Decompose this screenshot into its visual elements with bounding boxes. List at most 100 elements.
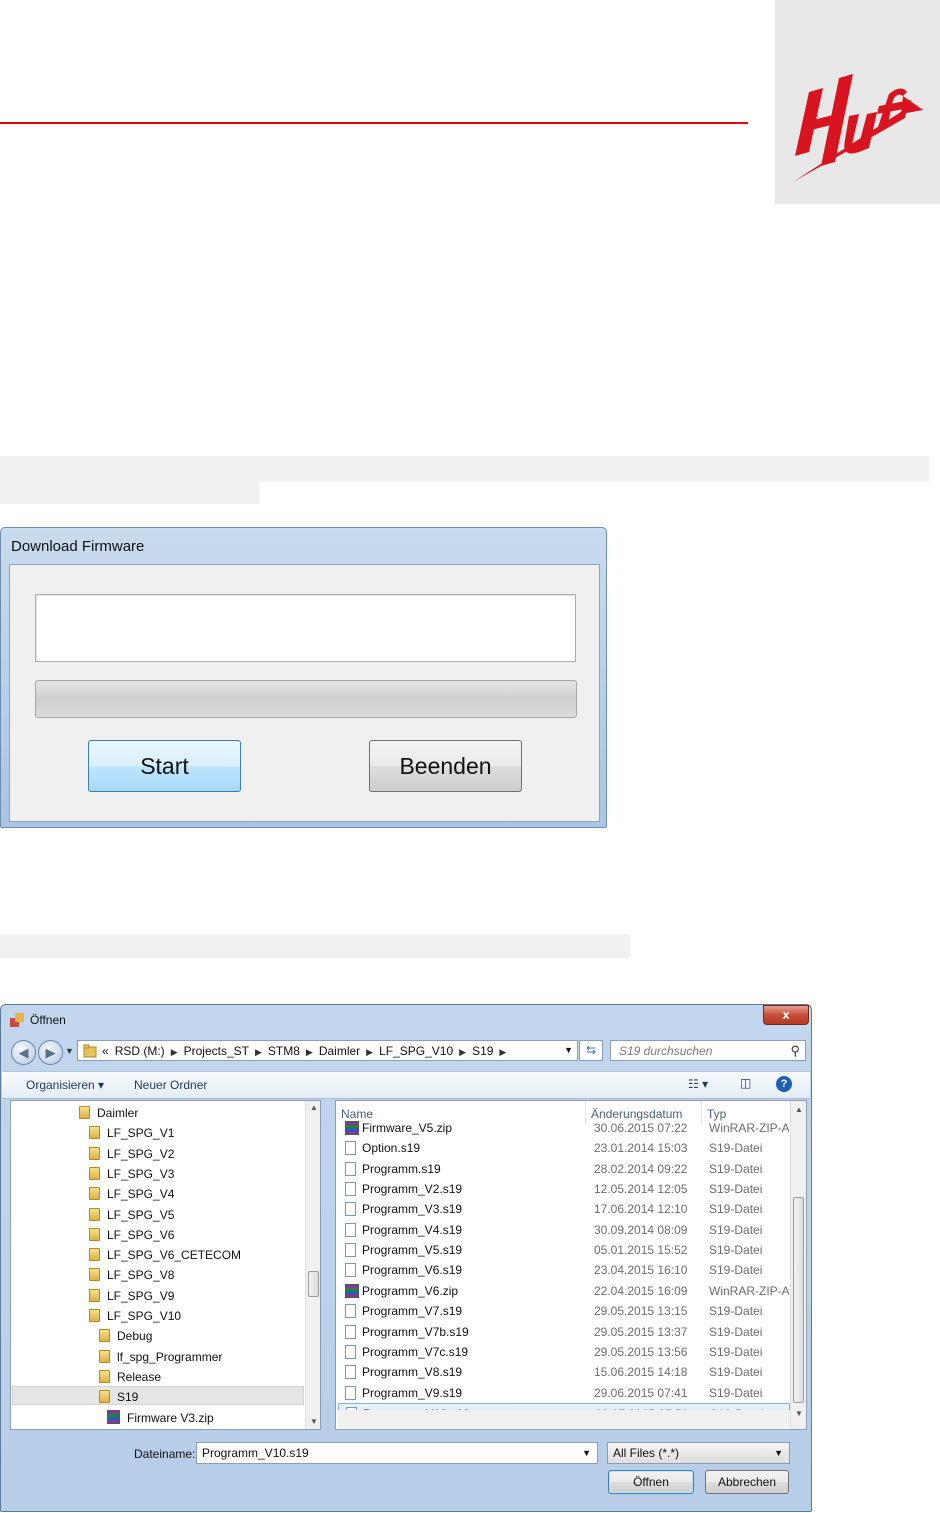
- file-date: 17.06.2014 12:10: [594, 1202, 688, 1217]
- tree-scrollbar[interactable]: ▲ ▼: [305, 1101, 320, 1429]
- highlight-band: [0, 456, 929, 482]
- file-type: S19-Datei: [709, 1161, 763, 1176]
- breadcrumb-item[interactable]: STM8: [268, 1044, 300, 1058]
- tree-item[interactable]: Release: [99, 1368, 161, 1387]
- tree-item[interactable]: Debug: [99, 1327, 152, 1346]
- organize-menu[interactable]: Organisieren ▾: [26, 1078, 104, 1092]
- list-item[interactable]: Programm_V8.s19 15.06.2015 14:18 S19-Datei: [338, 1362, 790, 1382]
- breadcrumb-item[interactable]: «: [102, 1044, 109, 1058]
- list-item[interactable]: Programm_V9.s19 29.06.2015 07:41 S19-Datei: [338, 1383, 790, 1403]
- file-name: Programm_V9.s19: [362, 1385, 463, 1400]
- list-item[interactable]: Programm_V7b.s19 29.05.2015 13:37 S19-Date…: [338, 1322, 790, 1342]
- scroll-up-icon[interactable]: ▲: [792, 1105, 806, 1114]
- list-item[interactable]: Programm_V2.s19 12.05.2014 12:05 S19-Datei: [338, 1179, 790, 1199]
- file-date: 23.01.2014 15:03: [594, 1141, 688, 1156]
- breadcrumb-separator-icon[interactable]: ▶: [459, 1047, 466, 1057]
- filename-dropdown-icon[interactable]: ▼: [582, 1443, 591, 1463]
- exit-button[interactable]: Beenden: [369, 740, 522, 792]
- list-scroll-thumb[interactable]: [793, 1197, 804, 1403]
- file-type: S19-Datei: [709, 1344, 763, 1359]
- breadcrumb-separator-icon[interactable]: ▶: [171, 1047, 178, 1057]
- window-client-area: Start Beenden: [9, 564, 600, 822]
- breadcrumb-separator-icon[interactable]: ▶: [366, 1047, 373, 1057]
- file-type: S19-Datei: [709, 1263, 763, 1278]
- address-bar[interactable]: « RSD (M:) ▶ Projects_ST ▶ STM8 ▶ Daimler ▶ LF_SP…: [77, 1040, 578, 1061]
- help-icon[interactable]: ?: [776, 1076, 792, 1092]
- file-type-select[interactable]: All Files (*.*) ▼: [607, 1442, 790, 1464]
- list-item[interactable]: Programm_V3.s19 17.06.2014 12:10 S19-Datei: [338, 1199, 790, 1219]
- tree-item[interactable]: LF_SPG_V6: [89, 1226, 174, 1245]
- breadcrumb-item[interactable]: RSD (M:): [115, 1044, 165, 1058]
- folder-icon: [79, 1106, 90, 1119]
- zip-icon: [345, 1121, 359, 1135]
- tree-item[interactable]: LF_SPG_V9: [89, 1287, 174, 1306]
- list-item[interactable]: Programm_V6.s19 23.04.2015 16:10 S19-Datei: [338, 1260, 790, 1280]
- tree-item[interactable]: Firmware V3.zip: [107, 1409, 214, 1428]
- file-type: S19-Datei: [709, 1141, 763, 1156]
- breadcrumb-separator-icon[interactable]: ▶: [255, 1047, 262, 1057]
- filename-input[interactable]: Programm_V10.s19 ▼: [196, 1442, 598, 1464]
- address-dropdown-icon[interactable]: ▼: [564, 1045, 573, 1055]
- scroll-down-icon[interactable]: ▼: [792, 1409, 806, 1418]
- list-scrollbar[interactable]: ▲ ▼: [790, 1101, 806, 1429]
- tree-scroll-thumb[interactable]: [308, 1271, 319, 1297]
- tree-item[interactable]: LF_SPG_V4: [89, 1185, 174, 1204]
- close-button[interactable]: x: [763, 1005, 809, 1025]
- status-textbox[interactable]: [35, 594, 576, 662]
- horizontal-scrollbar[interactable]: [338, 1410, 790, 1428]
- tree-item[interactable]: LF_SPG_V6_CETECOM: [89, 1246, 241, 1265]
- search-placeholder: S19 durchsuchen: [619, 1044, 713, 1058]
- tree-item[interactable]: LF_SPG_V5: [89, 1206, 174, 1225]
- scroll-up-icon[interactable]: ▲: [307, 1103, 320, 1112]
- history-dropdown-icon[interactable]: ▼: [65, 1046, 74, 1056]
- tree-item[interactable]: LF_SPG_V1: [89, 1124, 174, 1143]
- file-name: Programm_V7c.s19: [362, 1344, 469, 1359]
- breadcrumb-item[interactable]: LF_SPG_V10: [379, 1044, 453, 1058]
- folder-icon: [89, 1288, 100, 1302]
- app-icon: [10, 1013, 24, 1027]
- search-input[interactable]: S19 durchsuchen ⚲: [610, 1040, 806, 1061]
- breadcrumb-separator-icon[interactable]: ▶: [306, 1047, 313, 1057]
- tree-item[interactable]: lf_spg_Programmer: [99, 1348, 222, 1367]
- folder-icon: [99, 1329, 110, 1343]
- list-item[interactable]: Programm_V4.s19 30.09.2014 08:09 S19-Datei: [338, 1220, 790, 1240]
- download-progress-bar: [35, 680, 577, 718]
- list-item[interactable]: Option.s19 23.01.2014 15:03 S19-Datei: [338, 1138, 790, 1158]
- highlight-band: [0, 934, 630, 958]
- tree-item[interactable]: Firmware V5.zip: [107, 1429, 214, 1430]
- tree-item[interactable]: Daimler: [79, 1104, 138, 1123]
- file-type: S19-Datei: [709, 1365, 763, 1380]
- start-button[interactable]: Start: [88, 740, 241, 792]
- tree-item[interactable]: LF_SPG_V2: [89, 1145, 174, 1164]
- list-item[interactable]: Programm_V7.s19 29.05.2015 13:15 S19-Datei: [338, 1301, 790, 1321]
- list-item[interactable]: Programm_V6.zip 22.04.2015 16:09 WinRAR-ZI…: [338, 1281, 790, 1301]
- tree-item[interactable]: S19: [99, 1388, 138, 1407]
- file-name: Firmware_V5.zip: [362, 1121, 453, 1135]
- open-button[interactable]: Öffnen: [608, 1470, 694, 1494]
- forward-arrow-icon[interactable]: ▶: [38, 1040, 63, 1065]
- new-folder-button[interactable]: Neuer Ordner: [134, 1078, 207, 1092]
- tree-item[interactable]: LF_SPG_V3: [89, 1165, 174, 1184]
- list-item[interactable]: Programm_V7c.s19 29.05.2015 13:56 S19-Date…: [338, 1342, 790, 1362]
- cancel-button[interactable]: Abbrechen: [705, 1470, 789, 1494]
- file-type-dropdown-icon[interactable]: ▼: [774, 1443, 783, 1463]
- refresh-icon[interactable]: ⇆: [579, 1040, 603, 1061]
- folder-icon: [89, 1126, 100, 1140]
- breadcrumb-separator-icon[interactable]: ▶: [499, 1047, 506, 1057]
- breadcrumb-item[interactable]: S19: [472, 1044, 493, 1058]
- zip-icon: [107, 1409, 120, 1424]
- list-item[interactable]: Firmware_V5.zip 30.06.2015 07:22 WinRAR-ZI…: [338, 1118, 790, 1138]
- breadcrumb-item[interactable]: Projects_ST: [184, 1044, 249, 1058]
- list-item[interactable]: Programm_V5.s19 05.01.2015 15:52 S19-Datei: [338, 1240, 790, 1260]
- view-options-icon[interactable]: ☷ ▾: [688, 1077, 708, 1091]
- tree-item[interactable]: LF_SPG_V10: [89, 1307, 181, 1326]
- dialog-title: Öffnen: [30, 1013, 66, 1027]
- tree-item-label: LF_SPG_V4: [107, 1187, 175, 1202]
- breadcrumb-item[interactable]: Daimler: [319, 1044, 360, 1058]
- folder-icon: [83, 1044, 97, 1061]
- scroll-down-icon[interactable]: ▼: [307, 1417, 320, 1426]
- back-arrow-icon[interactable]: ◀: [11, 1040, 36, 1065]
- preview-pane-icon[interactable]: ◫: [740, 1076, 751, 1090]
- tree-item[interactable]: LF_SPG_V8: [89, 1266, 174, 1285]
- list-item[interactable]: Programm.s19 28.02.2014 09:22 S19-Datei: [338, 1159, 790, 1179]
